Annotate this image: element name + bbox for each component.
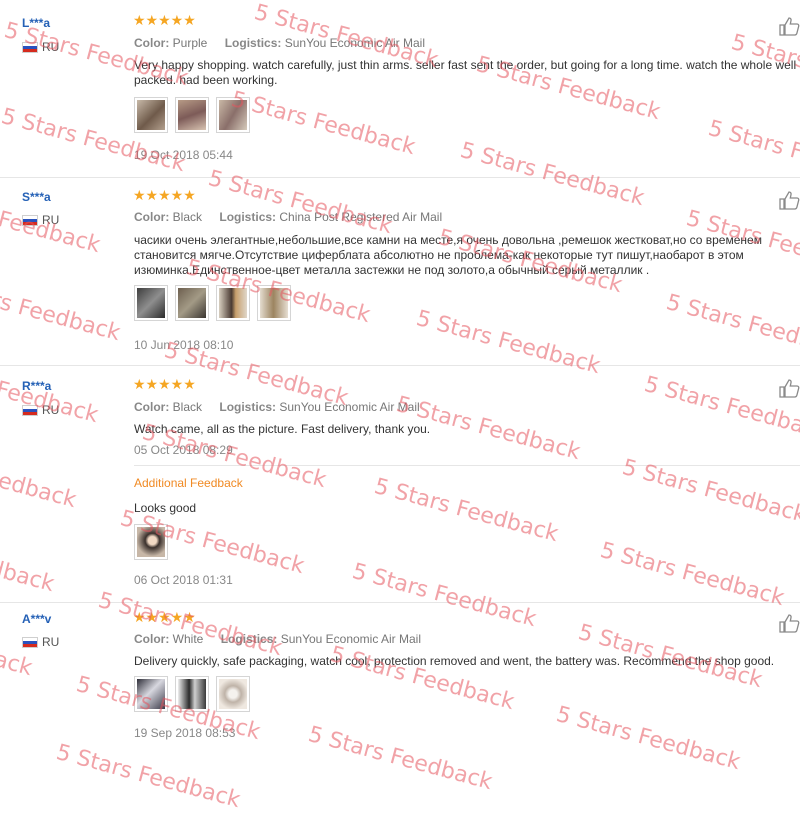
logistics-label: Logistics: <box>219 400 277 414</box>
review-text: Watch came, all as the picture. Fast del… <box>134 422 431 436</box>
reviewer-name[interactable]: R***a <box>22 379 51 393</box>
order-info: Color: White Logistics: SunYou Economic … <box>134 632 435 646</box>
review-item: L***a RU ★★★★★ Color: Purple Logistics: … <box>0 4 800 177</box>
star-rating: ★★★★★ <box>133 12 196 28</box>
color-value: Black <box>172 400 203 414</box>
reviewer-name[interactable]: L***a <box>22 16 50 30</box>
russia-flag-icon <box>22 404 38 416</box>
thumbs-up-icon[interactable] <box>778 190 800 210</box>
color-value: Purple <box>172 36 208 50</box>
review-date: 05 Oct 2018 08:29 <box>134 443 233 457</box>
reviewer-country: RU <box>22 213 59 227</box>
review-photo-thumbnail[interactable] <box>175 285 209 321</box>
star-rating: ★★★★★ <box>133 609 196 625</box>
star-rating: ★★★★★ <box>133 187 196 203</box>
country-code: RU <box>42 40 60 54</box>
color-label: Color: <box>134 36 170 50</box>
logistics-label: Logistics: <box>224 36 282 50</box>
reviewer-country: RU <box>22 40 59 54</box>
reviewer-name[interactable]: A***v <box>22 612 51 626</box>
review-text: Very happy shopping. watch carefully, ju… <box>134 58 797 87</box>
reviewer-country: RU <box>22 403 59 417</box>
review-photo-thumbnail[interactable] <box>134 97 168 133</box>
star-rating: ★★★★★ <box>133 376 196 392</box>
additional-feedback-date: 06 Oct 2018 01:31 <box>134 573 233 587</box>
review-item: A***v RU ★★★★★ Color: White Logistics: S… <box>0 602 800 770</box>
color-value: Black <box>172 210 203 224</box>
additional-feedback-label: Additional Feedback <box>134 476 243 490</box>
order-info: Color: Black Logistics: SunYou Economic … <box>134 400 434 414</box>
review-photo-thumbnail[interactable] <box>134 285 168 321</box>
review-item: R***a RU ★★★★★ Color: Black Logistics: S… <box>0 365 800 603</box>
russia-flag-icon <box>22 214 38 226</box>
thumbs-up-icon[interactable] <box>778 613 800 633</box>
reviewer-name[interactable]: S***a <box>22 190 51 204</box>
country-code: RU <box>42 635 60 649</box>
logistics-label: Logistics: <box>219 210 277 224</box>
thumbs-up-icon[interactable] <box>778 16 800 36</box>
order-info: Color: Purple Logistics: SunYou Economic… <box>134 36 439 50</box>
additional-feedback-text: Looks good <box>134 501 197 515</box>
review-date: 10 Jun 2018 08:10 <box>134 338 234 352</box>
review-photo-thumbnail[interactable] <box>134 524 168 560</box>
country-code: RU <box>42 403 60 417</box>
review-text: Delivery quickly, safe packaging, watch … <box>134 654 775 668</box>
color-label: Color: <box>134 400 170 414</box>
thumbs-up-icon[interactable] <box>778 378 800 398</box>
review-item: S***a RU ★★★★★ Color: Black Logistics: C… <box>0 177 800 366</box>
review-text: часики очень элегантные,небольшие,все ка… <box>134 233 762 277</box>
logistics-value: SunYou Economic Air Mail <box>280 632 422 646</box>
divider <box>134 465 800 466</box>
review-photo-thumbnail[interactable] <box>216 676 250 712</box>
review-photo-thumbnail[interactable] <box>175 97 209 133</box>
russia-flag-icon <box>22 636 38 648</box>
color-label: Color: <box>134 210 170 224</box>
review-photos <box>134 676 250 712</box>
color-value: White <box>172 632 204 646</box>
logistics-value: SunYou Economic Air Mail <box>284 36 426 50</box>
review-photos <box>134 285 291 321</box>
logistics-value: SunYou Economic Air Mail <box>279 400 420 414</box>
review-photo-thumbnail[interactable] <box>216 97 250 133</box>
review-date: 19 Sep 2018 08:53 <box>134 726 236 740</box>
reviewer-country: RU <box>22 635 59 649</box>
review-photos <box>134 97 250 133</box>
order-info: Color: Black Logistics: China Post Regis… <box>134 210 456 224</box>
review-photo-thumbnail[interactable] <box>216 285 250 321</box>
review-photo-thumbnail[interactable] <box>134 676 168 712</box>
review-photo-thumbnail[interactable] <box>257 285 291 321</box>
review-photo-thumbnail[interactable] <box>175 676 209 712</box>
additional-feedback-photos <box>134 524 168 560</box>
review-date: 19 Oct 2018 05:44 <box>134 148 233 162</box>
russia-flag-icon <box>22 41 38 53</box>
color-label: Color: <box>134 632 170 646</box>
logistics-label: Logistics: <box>220 632 278 646</box>
logistics-value: China Post Registered Air Mail <box>279 210 443 224</box>
country-code: RU <box>42 213 60 227</box>
